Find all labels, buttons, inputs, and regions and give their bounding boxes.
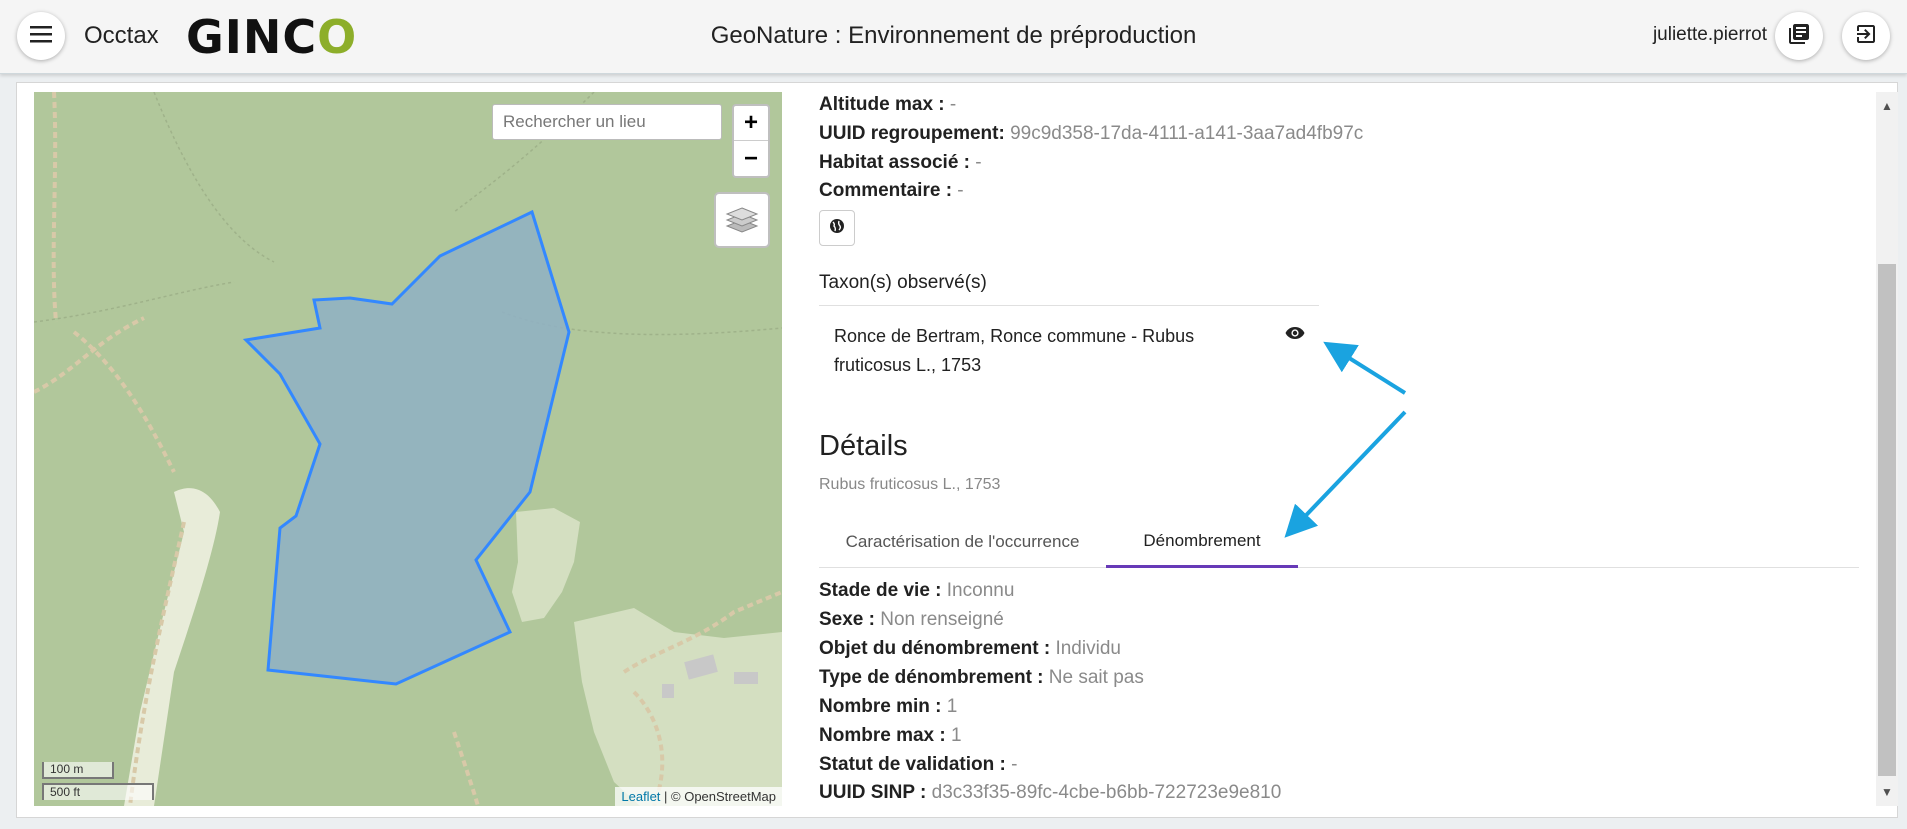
details-subtitle: Rubus fruticosus L., 1753 [819, 476, 1001, 493]
place-search-input[interactable]: Rechercher un lieu [492, 104, 722, 140]
details-tabs: Caractérisation de l'occurrence Dénombre… [819, 516, 1859, 568]
leaflet-link[interactable]: Leaflet [621, 789, 660, 804]
details-panel: Altitude max : - UUID regroupement: 99c9… [819, 92, 1859, 806]
stade-de-vie-row: Stade de vie : Inconnu [819, 580, 1015, 601]
globe-icon [829, 218, 845, 239]
app-name: Occtax [84, 22, 159, 49]
logout-button[interactable] [1842, 12, 1890, 60]
scroll-up-arrow[interactable]: ▲ [1876, 96, 1898, 116]
taxa-divider [819, 305, 1319, 306]
ginco-logo: GINCO [186, 10, 358, 64]
nombre-max-row: Nombre max : 1 [819, 725, 962, 746]
habitat-row: Habitat associé : - [819, 152, 982, 173]
library-books-icon [1787, 22, 1811, 51]
scroll-down-arrow[interactable]: ▼ [1876, 782, 1898, 802]
statut-validation-row: Statut de validation : - [819, 754, 1018, 775]
map-tiles [34, 92, 782, 806]
uuid-regroupement-row: UUID regroupement: 99c9d358-17da-4111-a1… [819, 123, 1364, 144]
altitude-max-row: Altitude max : - [819, 94, 957, 115]
scroll-thumb[interactable] [1878, 264, 1896, 776]
top-bar: Occtax GINCO GeoNature : Environnement d… [0, 0, 1907, 74]
scale-metric: 100 m [42, 762, 114, 779]
zoom-in-button[interactable]: + [734, 106, 768, 141]
layers-icon [725, 202, 759, 239]
scale-imperial: 500 ft [42, 783, 154, 800]
tab-denombrement[interactable]: Dénombrement [1106, 516, 1298, 568]
hamburger-icon [30, 25, 52, 48]
documentation-button[interactable] [1775, 12, 1823, 60]
objet-denombrement-row: Objet du dénombrement : Individu [819, 638, 1121, 659]
uuid-sinp-row: UUID SINP : d3c33f35-89fc-4cbe-b6bb-7227… [819, 782, 1282, 803]
zoom-out-button[interactable]: − [734, 141, 768, 176]
username: juliette.pierrot [1652, 24, 1767, 45]
details-title: Détails [819, 430, 908, 462]
globe-button[interactable] [819, 210, 855, 246]
sexe-row: Sexe : Non renseigné [819, 609, 1004, 630]
logout-icon [1854, 22, 1878, 51]
nombre-min-row: Nombre min : 1 [819, 696, 958, 717]
map-attribution: Leaflet | © OpenStreetMap [615, 787, 782, 806]
type-denombrement-row: Type de dénombrement : Ne sait pas [819, 667, 1144, 688]
taxon-list-item[interactable]: Ronce de Bertram, Ronce commune - Rubus … [834, 322, 1214, 380]
eye-icon[interactable] [1285, 326, 1305, 345]
panel-scrollbar[interactable]: ▲ ▼ [1876, 92, 1898, 806]
layers-button[interactable] [714, 192, 770, 248]
taxa-header: Taxon(s) observé(s) [819, 272, 987, 293]
menu-button[interactable] [17, 12, 65, 60]
tab-caracterisation[interactable]: Caractérisation de l'occurrence [819, 516, 1106, 568]
map[interactable]: Rechercher un lieu + − 100 m 500 ft Leaf… [34, 92, 782, 806]
zoom-control: + − [732, 104, 770, 178]
commentaire-row: Commentaire : - [819, 180, 964, 201]
